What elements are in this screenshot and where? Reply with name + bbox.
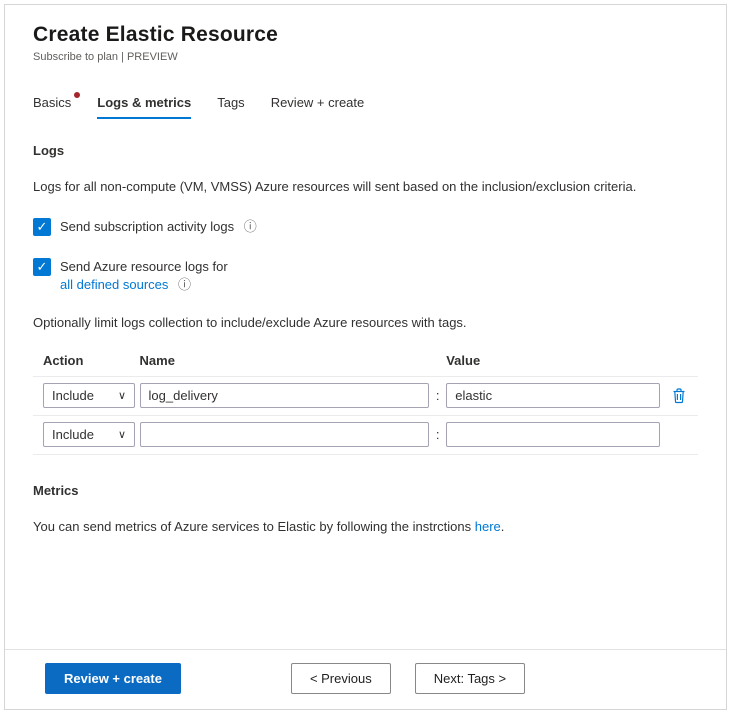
name-input[interactable]	[140, 383, 430, 408]
resource-logs-checkbox[interactable]: ✓	[33, 258, 51, 276]
tab-tags[interactable]: Tags	[217, 95, 244, 119]
checkmark-icon: ✓	[37, 259, 48, 274]
create-elastic-resource-page: Create Elastic Resource Subscribe to pla…	[4, 4, 727, 710]
activity-logs-checkbox-row: ✓ Send subscription activity logs ⓘ	[33, 218, 698, 236]
checkmark-icon: ✓	[37, 219, 48, 234]
column-header-name: Name	[140, 353, 430, 368]
column-header-value: Value	[446, 353, 660, 368]
delete-row-button[interactable]	[669, 385, 689, 406]
trash-icon	[671, 387, 687, 404]
previous-button[interactable]: < Previous	[291, 663, 391, 694]
resource-logs-checkbox-row: ✓ Send Azure resource logs for all defin…	[33, 258, 698, 294]
logs-description: Logs for all non-compute (VM, VMSS) Azur…	[33, 178, 698, 196]
tab-basics[interactable]: Basics	[33, 95, 71, 119]
tab-logs-and-metrics[interactable]: Logs & metrics	[97, 95, 191, 119]
tab-bar: Basics Logs & metrics Tags Review + crea…	[33, 95, 698, 119]
action-dropdown[interactable]: Include ∨	[43, 383, 135, 408]
footer-action-bar: Review + create < Previous Next: Tags >	[5, 649, 726, 709]
metrics-description-period: .	[501, 519, 505, 534]
value-input[interactable]	[446, 383, 660, 408]
next-tags-button[interactable]: Next: Tags >	[415, 663, 525, 694]
validation-error-dot	[74, 92, 80, 98]
resource-logs-label: Send Azure resource logs for	[60, 258, 228, 276]
table-row: Include ∨ :	[33, 377, 698, 416]
activity-logs-label: Send subscription activity logs	[60, 219, 234, 234]
colon-separator: :	[429, 388, 446, 403]
table-row: Include ∨ :	[33, 416, 698, 455]
review-create-button[interactable]: Review + create	[45, 663, 181, 694]
tab-basics-label: Basics	[33, 95, 71, 110]
page-title: Create Elastic Resource	[33, 23, 698, 47]
tags-filter-note: Optionally limit logs collection to incl…	[33, 314, 698, 332]
tab-logs-and-metrics-label: Logs & metrics	[97, 95, 191, 110]
colon-separator: :	[429, 427, 446, 442]
action-dropdown[interactable]: Include ∨	[43, 422, 135, 447]
tab-tags-label: Tags	[217, 95, 244, 110]
metrics-description: You can send metrics of Azure services t…	[33, 518, 698, 536]
logs-section-heading: Logs	[33, 143, 698, 158]
tag-filter-table: Action Name Value Include ∨ :	[33, 349, 698, 455]
page-subtitle: Subscribe to plan | PREVIEW	[33, 51, 698, 63]
metrics-section-heading: Metrics	[33, 483, 698, 498]
info-icon[interactable]: ⓘ	[244, 219, 257, 234]
metrics-description-text: You can send metrics of Azure services t…	[33, 519, 475, 534]
info-icon[interactable]: ⓘ	[178, 277, 191, 292]
tab-review-create-label: Review + create	[271, 95, 365, 110]
activity-logs-checkbox[interactable]: ✓	[33, 218, 51, 236]
all-defined-sources-link[interactable]: all defined sources	[60, 277, 168, 292]
metrics-here-link[interactable]: here	[475, 519, 501, 534]
action-dropdown-value: Include	[52, 388, 94, 403]
action-dropdown-value: Include	[52, 427, 94, 442]
tab-review-create[interactable]: Review + create	[271, 95, 365, 119]
table-header-row: Action Name Value	[33, 349, 698, 377]
column-header-action: Action	[33, 353, 140, 368]
chevron-down-icon: ∨	[118, 389, 126, 402]
chevron-down-icon: ∨	[118, 428, 126, 441]
resource-logs-label-block: Send Azure resource logs for all defined…	[60, 258, 228, 294]
value-input[interactable]	[446, 422, 660, 447]
activity-logs-label-block: Send subscription activity logs ⓘ	[60, 218, 257, 236]
name-input[interactable]	[140, 422, 430, 447]
